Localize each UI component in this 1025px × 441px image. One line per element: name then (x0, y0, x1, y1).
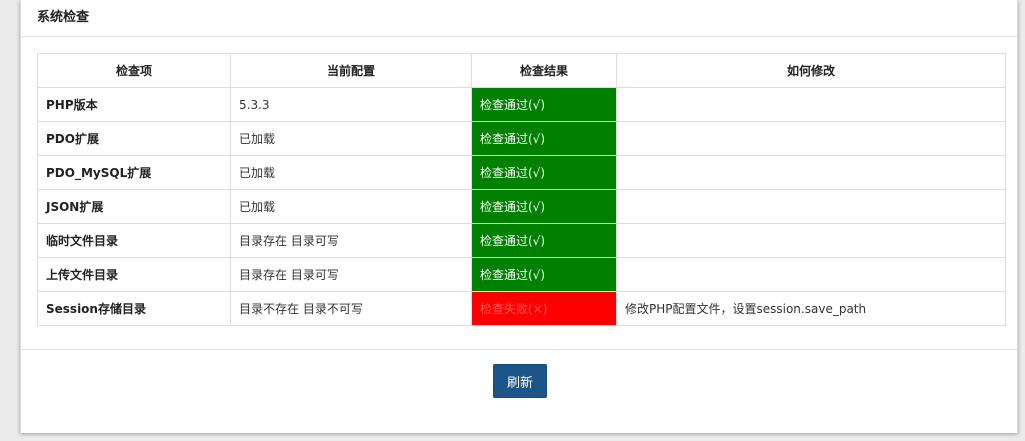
check-result-pass: 检查通过(√) (471, 121, 617, 156)
check-item-name: Session存储目录 (37, 291, 231, 326)
check-table: 检查项 当前配置 检查结果 如何修改 PHP版本 5.3.3 检查通过(√) P… (37, 53, 1006, 326)
check-item-name: 临时文件目录 (37, 223, 231, 258)
current-config: 目录不存在 目录不可写 (230, 291, 472, 326)
table-row: PDO_MySQL扩展 已加载 检查通过(√) (37, 155, 1006, 190)
system-check-panel: 系统检查 检查项 当前配置 检查结果 如何修改 PHP版本 5.3.3 检查通过… (20, 0, 1018, 433)
panel-title: 系统检查 (37, 10, 90, 25)
check-item-name: 上传文件目录 (37, 257, 231, 292)
header-how-to-fix: 如何修改 (616, 53, 1006, 88)
table-row: JSON扩展 已加载 检查通过(√) (37, 189, 1006, 224)
check-result-pass: 检查通过(√) (471, 257, 617, 292)
current-config: 已加载 (230, 121, 472, 156)
check-item-name: JSON扩展 (37, 189, 231, 224)
check-result-fail: 检查失败(×) (471, 291, 617, 326)
table-row: 上传文件目录 目录存在 目录可写 检查通过(√) (37, 257, 1006, 292)
check-item-name: PDO扩展 (37, 121, 231, 156)
table-header-row: 检查项 当前配置 检查结果 如何修改 (37, 53, 1006, 88)
current-config: 目录存在 目录可写 (230, 257, 472, 292)
fix-instruction (616, 155, 1006, 190)
table-row: PDO扩展 已加载 检查通过(√) (37, 121, 1006, 156)
current-config: 已加载 (230, 155, 472, 190)
header-check-item: 检查项 (37, 53, 231, 88)
check-result-pass: 检查通过(√) (471, 189, 617, 224)
check-item-name: PDO_MySQL扩展 (37, 155, 231, 190)
fix-instruction (616, 257, 1006, 292)
table-row: PHP版本 5.3.3 检查通过(√) (37, 87, 1006, 122)
table-row: 临时文件目录 目录存在 目录可写 检查通过(√) (37, 223, 1006, 258)
fix-instruction (616, 223, 1006, 258)
fix-instruction (616, 87, 1006, 122)
current-config: 目录存在 目录可写 (230, 223, 472, 258)
current-config: 已加载 (230, 189, 472, 224)
fix-instruction: 修改PHP配置文件，设置session.save_path (616, 291, 1006, 326)
check-item-name: PHP版本 (37, 87, 231, 122)
check-result-pass: 检查通过(√) (471, 223, 617, 258)
fix-instruction (616, 189, 1006, 224)
header-check-result: 检查结果 (471, 53, 617, 88)
panel-header: 系统检查 (21, 0, 1017, 37)
refresh-button[interactable]: 刷新 (493, 364, 547, 398)
current-config: 5.3.3 (230, 87, 472, 122)
check-result-pass: 检查通过(√) (471, 155, 617, 190)
header-current-config: 当前配置 (230, 53, 472, 88)
footer-divider (21, 349, 1017, 350)
fix-instruction (616, 121, 1006, 156)
table-row: Session存储目录 目录不存在 目录不可写 检查失败(×) 修改PHP配置文… (37, 291, 1006, 326)
check-result-pass: 检查通过(√) (471, 87, 617, 122)
